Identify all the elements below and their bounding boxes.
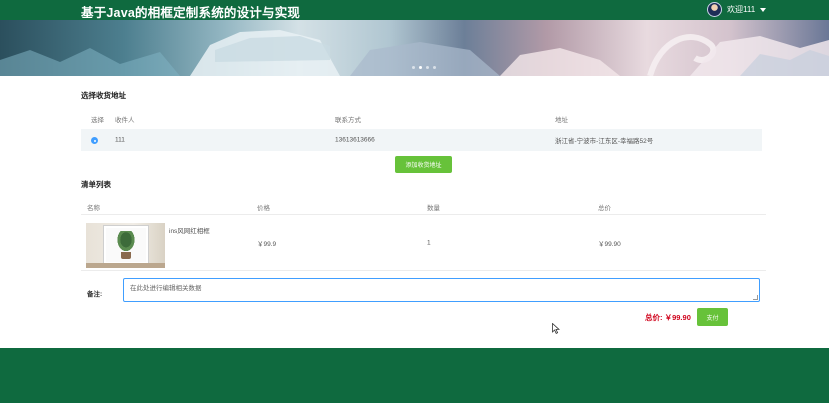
site-title: 基于Java的相框定制系统的设计与实现 <box>81 6 301 20</box>
top-navbar: 基于Java的相框定制系统的设计与实现 欢迎111 <box>0 0 829 20</box>
order-total: 总价: ￥99.90 <box>645 312 691 323</box>
note-placeholder: 在此处进行编辑相关数据 <box>130 285 202 292</box>
order-table-header: 名称 价格 数量 总价 <box>81 199 766 215</box>
recipient-address: 浙江省-宁波市-江东区-幸福路52号 <box>555 138 654 145</box>
add-address-button[interactable]: 添加收货地址 <box>395 156 452 173</box>
recipient-name: 111 <box>115 136 125 144</box>
pay-button[interactable]: 支付 <box>697 308 728 326</box>
address-row[interactable]: 111 13613613666 浙江省-宁波市-江东区-幸福路52号 <box>81 129 762 151</box>
address-section-title: 选择收货地址 <box>81 91 126 100</box>
mouse-cursor-icon <box>552 323 560 334</box>
column-header: 价格 <box>257 204 270 212</box>
note-label: 备注: <box>87 291 103 298</box>
product-subtotal: ￥99.90 <box>598 241 621 248</box>
resize-handle-icon[interactable] <box>753 295 758 300</box>
total-label: 总价: <box>645 313 663 322</box>
product-name: ins风网红相框 <box>169 228 210 235</box>
order-section-title: 清单列表 <box>81 180 111 189</box>
user-menu[interactable]: 欢迎111 <box>707 1 767 18</box>
column-header: 联系方式 <box>335 117 361 124</box>
column-header: 数量 <box>427 204 440 212</box>
chevron-down-icon[interactable] <box>760 7 767 12</box>
column-header: 选择 <box>91 117 104 124</box>
address-table-header: 选择 收件人 联系方式 地址 <box>81 111 762 127</box>
user-avatar[interactable] <box>707 2 722 17</box>
column-header: 地址 <box>555 117 568 124</box>
carousel-dot[interactable] <box>412 66 415 69</box>
welcome-user-label[interactable]: 欢迎111 <box>727 4 755 15</box>
product-quantity: 1 <box>427 239 431 247</box>
column-header: 总价 <box>598 204 611 212</box>
total-value: ￥99.90 <box>664 313 691 322</box>
address-radio[interactable] <box>91 137 98 144</box>
column-header: 收件人 <box>115 117 135 124</box>
carousel-indicators[interactable] <box>412 66 436 69</box>
carousel-dot[interactable] <box>419 66 422 69</box>
carousel-dot[interactable] <box>433 66 436 69</box>
page-footer <box>0 348 829 403</box>
order-item-row: ins风网红相框 ￥99.9 1 ￥99.90 <box>81 216 766 271</box>
product-price: ￥99.9 <box>257 241 277 248</box>
note-textarea[interactable]: 在此处进行编辑相关数据 <box>123 278 760 302</box>
recipient-phone: 13613613666 <box>335 136 375 144</box>
carousel-dot[interactable] <box>426 66 429 69</box>
product-image <box>86 223 165 268</box>
column-header: 名称 <box>87 204 100 212</box>
